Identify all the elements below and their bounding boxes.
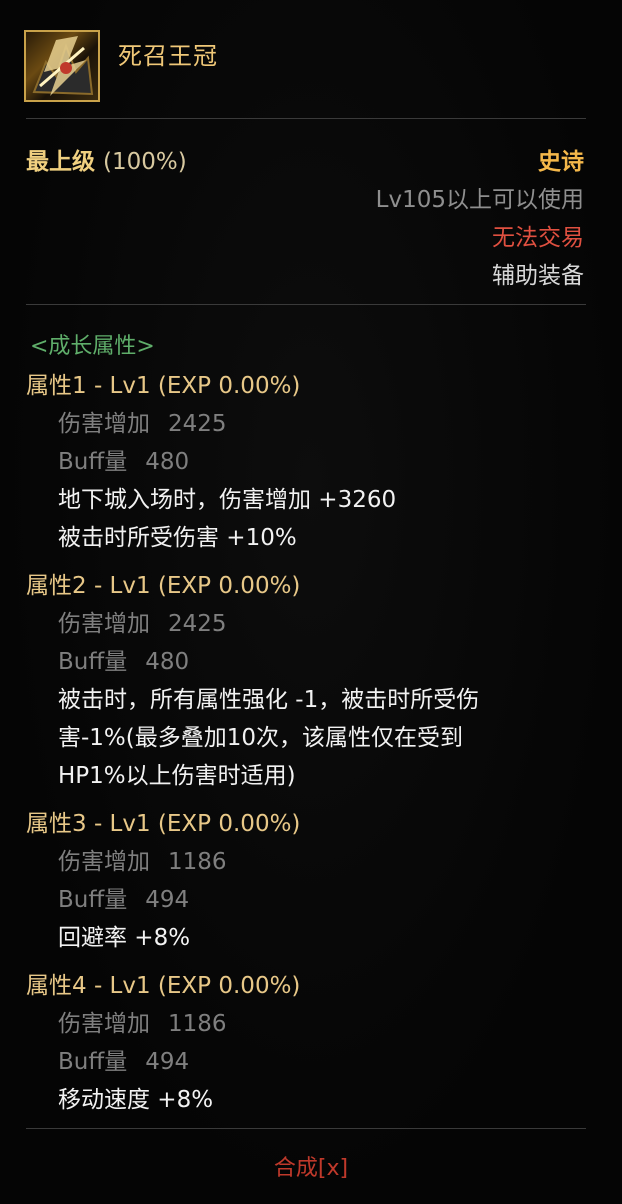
- header-divider: [26, 118, 586, 119]
- buff-label: Buff量: [58, 1049, 128, 1075]
- growth-section-title: <成长属性>: [30, 334, 155, 359]
- attr-1-effect-1: 地下城入场时，伤害增加 +3260: [58, 487, 397, 513]
- damage-value: 2425: [168, 411, 227, 437]
- footer-divider: [26, 1128, 586, 1129]
- buff-label: Buff量: [58, 449, 128, 475]
- damage-value: 1186: [168, 849, 227, 875]
- grade-row: 最上级 (100%): [26, 142, 187, 176]
- buff-value: 494: [145, 887, 190, 913]
- level-requirement: Lv105以上可以使用: [375, 187, 584, 213]
- damage-label: 伤害增加: [58, 411, 150, 437]
- attr-1-damage-stat: 伤害增加 2425: [58, 404, 227, 438]
- attr-2-buff-stat: Buff量 480: [58, 642, 189, 676]
- grade-percent: (100%): [103, 149, 187, 175]
- attr-2-effect-line-1: 被击时，所有属性强化 -1，被击时所受伤: [58, 687, 480, 713]
- item-tooltip: 死召王冠 最上级 (100%) 史诗 Lv105以上可以使用 无法交易 辅助装备…: [0, 0, 622, 1204]
- attr-2-effect-line-3: HP1%以上伤害时适用): [58, 763, 296, 789]
- crown-of-death-summoner-icon[interactable]: [24, 30, 100, 102]
- attr-4-effect-1: 移动速度 +8%: [58, 1087, 214, 1113]
- damage-value: 2425: [168, 611, 227, 637]
- damage-label: 伤害增加: [58, 611, 150, 637]
- buff-value: 480: [145, 649, 190, 675]
- trade-status: 无法交易: [492, 225, 584, 251]
- item-name: 死召王冠: [118, 42, 218, 70]
- attr-1-effect-2: 被击时所受伤害 +10%: [58, 525, 297, 551]
- buff-value: 494: [145, 1049, 190, 1075]
- damage-label: 伤害增加: [58, 849, 150, 875]
- attr-4-buff-stat: Buff量 494: [58, 1042, 189, 1076]
- attr-3-buff-stat: Buff量 494: [58, 880, 189, 914]
- damage-label: 伤害增加: [58, 1011, 150, 1037]
- tooltip-header: 死召王冠: [24, 28, 596, 104]
- rarity-label: 史诗: [538, 149, 584, 175]
- attr-4-header: 属性4 - Lv1 (EXP 0.00%): [26, 973, 301, 999]
- attr-1-buff-stat: Buff量 480: [58, 442, 189, 476]
- combine-button[interactable]: 合成[x]: [0, 1150, 622, 1182]
- attr-2-effect-line-2: 害-1%(最多叠加10次，该属性仅在受到: [58, 725, 464, 751]
- attr-1-header: 属性1 - Lv1 (EXP 0.00%): [26, 373, 301, 399]
- attr-2-damage-stat: 伤害增加 2425: [58, 604, 227, 638]
- attr-2-header: 属性2 - Lv1 (EXP 0.00%): [26, 573, 301, 599]
- buff-label: Buff量: [58, 887, 128, 913]
- damage-value: 1186: [168, 1011, 227, 1037]
- attr-3-damage-stat: 伤害增加 1186: [58, 842, 227, 876]
- grade-label: 最上级: [26, 149, 95, 175]
- attr-3-header: 属性3 - Lv1 (EXP 0.00%): [26, 811, 301, 837]
- buff-value: 480: [145, 449, 190, 475]
- info-divider: [26, 304, 586, 305]
- equipment-type: 辅助装备: [492, 263, 584, 289]
- attr-3-effect-1: 回避率 +8%: [58, 925, 191, 951]
- attr-4-damage-stat: 伤害增加 1186: [58, 1004, 227, 1038]
- buff-label: Buff量: [58, 649, 128, 675]
